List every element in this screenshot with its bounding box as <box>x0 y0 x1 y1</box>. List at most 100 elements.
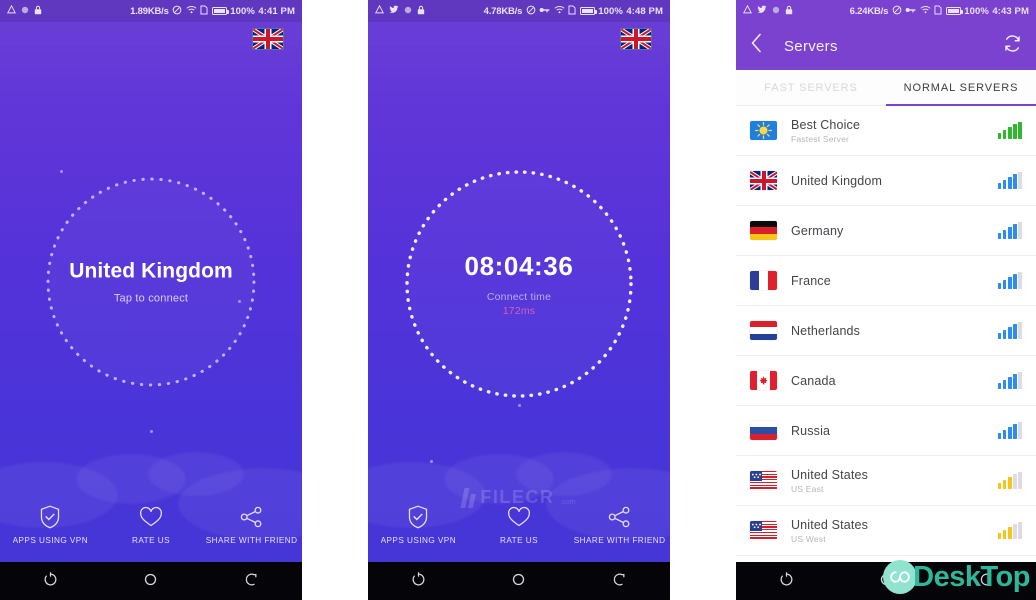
signal-bar <box>1002 480 1007 489</box>
panel-gap <box>670 0 736 600</box>
mute-icon <box>526 5 536 18</box>
signal-bar <box>997 433 1002 439</box>
netherlands-flag-icon <box>750 321 777 340</box>
server-list-item[interactable]: Russia <box>736 406 1036 456</box>
home-icon[interactable] <box>879 572 894 590</box>
uk-flag-icon <box>750 171 777 190</box>
server-list-item[interactable]: Best Choice Fastest Server <box>736 106 1036 156</box>
server-list-item[interactable]: United States US East <box>736 456 1036 506</box>
signal-bar <box>997 283 1002 289</box>
home-icon[interactable] <box>511 572 526 590</box>
apps-using-vpn-button[interactable]: APPS USING VPN <box>368 504 469 545</box>
status-right-icons: 1.89KB/s 100% 4:41 PM <box>130 5 295 18</box>
servers-list[interactable]: Best Choice Fastest Server United Kingdom G… <box>736 106 1036 562</box>
signal-bar <box>1018 171 1022 189</box>
phone-panel-connected: 4.78KB/s 100% 4:48 PM 08:04:36 Connect t… <box>368 0 670 600</box>
back-icon[interactable] <box>244 572 259 590</box>
rate-us-button[interactable]: RATE US <box>469 504 570 545</box>
usa-flag-icon <box>750 521 777 540</box>
status-left-icons <box>7 5 42 18</box>
twitter-icon <box>389 5 399 17</box>
selected-country-name: United Kingdom <box>69 259 233 283</box>
signal-bar <box>1013 124 1017 139</box>
rate-us-button[interactable]: RATE US <box>101 504 202 545</box>
rate-us-label: RATE US <box>131 536 170 545</box>
refresh-icon[interactable] <box>1003 34 1022 58</box>
network-speed: 1.89KB/s <box>130 5 169 17</box>
recents-icon[interactable] <box>779 572 794 590</box>
signal-bar <box>1008 277 1012 289</box>
tab-fast-servers[interactable]: FAST SERVERS <box>736 70 886 105</box>
recents-icon[interactable] <box>43 572 58 590</box>
circle-icon <box>404 6 412 17</box>
signal-bar <box>1008 327 1012 339</box>
back-icon[interactable] <box>979 572 994 590</box>
signal-bar <box>997 483 1002 489</box>
signal-strength-indicator <box>997 471 1022 489</box>
circle-icon <box>772 6 780 17</box>
tab-fast-servers-label: FAST SERVERS <box>764 81 858 94</box>
share-with-friend-button[interactable]: SHARE WITH FRIEND <box>569 504 670 545</box>
signal-bar <box>1008 227 1012 239</box>
back-icon[interactable] <box>612 572 627 590</box>
country-flag-button[interactable] <box>252 28 284 50</box>
connect-ring-label: United Kingdom Tap to connect <box>31 260 271 305</box>
signal-bar <box>1018 121 1022 139</box>
battery-level: 100% <box>598 5 623 17</box>
canada-flag-icon <box>750 371 777 390</box>
star-decor <box>430 460 433 463</box>
home-icon[interactable] <box>143 572 158 590</box>
server-text: Germany <box>791 224 990 238</box>
signal-bar <box>1008 527 1012 539</box>
signal-bar <box>997 133 1002 139</box>
android-status-bar: 1.89KB/s 100% 4:41 PM <box>0 0 302 22</box>
share-with-friend-label: SHARE WITH FRIEND <box>205 536 298 545</box>
apps-using-vpn-label: APPS USING VPN <box>380 536 457 545</box>
server-text: United Kingdom <box>791 174 990 188</box>
server-text: France <box>791 274 990 288</box>
tab-normal-servers[interactable]: NORMAL SERVERS <box>886 70 1036 106</box>
signal-bar <box>1018 421 1022 439</box>
recents-icon[interactable] <box>411 572 426 590</box>
connection-timer: 08:04:36 <box>464 251 574 281</box>
apps-using-vpn-button[interactable]: APPS USING VPN <box>0 504 101 545</box>
connect-button[interactable]: United Kingdom Tap to connect <box>40 171 262 393</box>
germany-flag-icon <box>750 221 777 240</box>
chevron-left-icon[interactable] <box>750 33 772 59</box>
battery-icon <box>945 7 963 15</box>
share-with-friend-button[interactable]: SHARE WITH FRIEND <box>201 504 302 545</box>
signal-bar <box>1018 321 1022 339</box>
connected-screen: 4.78KB/s 100% 4:48 PM 08:04:36 Connect t… <box>368 0 670 600</box>
battery-icon <box>211 7 229 15</box>
connect-time-label: Connect time <box>486 291 552 303</box>
battery-level: 100% <box>230 5 255 17</box>
server-text: Russia <box>791 424 990 438</box>
android-nav-bar <box>736 562 1036 600</box>
france-flag-icon <box>750 271 777 290</box>
server-list-item[interactable]: Canada <box>736 356 1036 406</box>
clock: 4:41 PM <box>258 5 295 17</box>
share-icon <box>240 504 264 530</box>
server-list-item[interactable]: Netherlands <box>736 306 1036 356</box>
signal-strength-indicator <box>997 271 1022 289</box>
country-flag-button[interactable] <box>620 28 652 50</box>
server-list-item[interactable]: France <box>736 256 1036 306</box>
android-nav-bar <box>368 562 670 600</box>
signal-bar <box>997 333 1002 339</box>
server-text: United States US East <box>791 468 990 494</box>
server-list-item[interactable]: United Kingdom <box>736 156 1036 206</box>
ping-value: 172ms <box>502 305 536 317</box>
star-decor <box>150 430 153 433</box>
server-list-item[interactable]: Germany <box>736 206 1036 256</box>
signal-strength-indicator <box>997 321 1022 339</box>
shield-check-icon <box>39 504 61 530</box>
server-list-item[interactable]: United States US West <box>736 506 1036 556</box>
signal-bar <box>1018 371 1022 389</box>
phone-panel-connect: 1.89KB/s 100% 4:41 PM United Kingdom Tap… <box>0 0 302 600</box>
signal-bar <box>1018 521 1022 539</box>
sim-icon <box>568 5 576 18</box>
server-name: Germany <box>791 223 844 238</box>
disconnect-button[interactable]: 08:04:36 Connect time 172ms <box>399 164 639 404</box>
signal-bar <box>1008 427 1012 439</box>
server-text: Canada <box>791 374 990 388</box>
